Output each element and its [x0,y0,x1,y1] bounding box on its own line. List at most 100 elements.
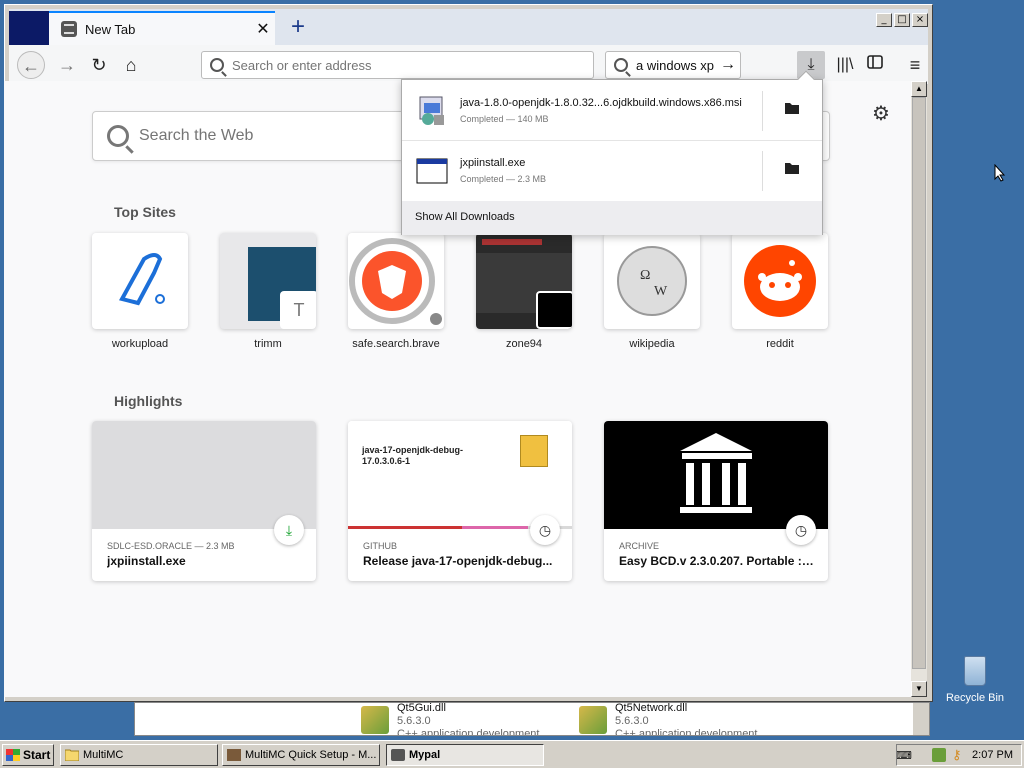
open-folder-icon[interactable] [784,101,800,115]
tray-app-icon[interactable] [932,748,947,762]
dll-item[interactable]: Qt5Gui.dll 5.6.3.0 C++ application devel… [357,703,557,735]
address-input[interactable] [232,57,593,73]
wikipedia-logo: ΩW [604,233,700,329]
taskbar-button-mypal[interactable]: Mypal [386,744,544,766]
download-item[interactable]: java-1.8.0-openjdk-1.8.0.32...6.ojdkbuil… [402,81,822,141]
top-site-wikipedia[interactable]: ΩW wikipedia [604,233,700,350]
address-bar[interactable] [201,51,594,79]
scroll-down-icon[interactable]: ▼ [911,681,927,697]
recycle-bin[interactable]: Recycle Bin [944,656,1006,704]
clock: 2:07 PM [972,749,1013,761]
taskbar-button-multimc[interactable]: MultiMC [60,744,218,766]
top-site-workupload[interactable]: workupload [92,233,188,350]
maximize-button[interactable]: □ [894,13,910,27]
highlight-title: Easy BCD.v 2.3.0.207. Portable : ... [619,554,815,568]
zone94-preview [476,233,572,329]
top-site-brave[interactable]: safe.search.brave [348,233,444,350]
library-icon[interactable]: |||\ [831,51,859,79]
tab-strip: New Tab ✕ + _ □ × [9,9,928,45]
top-site-label: trimm [254,338,282,350]
taskbar: Start MultiMC MultiMC Quick Setup - M...… [0,740,1024,768]
top-site-label: reddit [766,338,794,350]
system-tray: ⚷ 2:07 PM [896,744,1022,766]
close-window-button[interactable]: × [912,13,928,27]
scroll-thumb[interactable] [912,97,926,669]
svg-text:W: W [654,284,668,299]
top-site-reddit[interactable]: reddit [732,233,828,350]
gear-icon[interactable]: ⚙ [872,101,890,126]
clock-icon: ◷ [530,515,560,545]
recycle-bin-label: Recycle Bin [945,692,1005,704]
minimize-button[interactable]: _ [876,13,892,27]
tab-close-icon[interactable]: ✕ [251,19,275,39]
download-filename: jxpiinstall.exe [460,157,526,169]
search-go-icon[interactable]: → [716,56,740,74]
tab-new-tab[interactable]: New Tab ✕ [49,11,275,45]
top-sites-heading: Top Sites [114,204,176,220]
browser-logo [9,11,49,45]
package-icon [520,435,548,467]
highlight-card[interactable]: ⤓ SDLC-ESD.ORACLE — 2.3 MB jxpiinstall.e… [92,421,316,581]
tab-title: New Tab [85,21,136,37]
mypal-icon [391,749,405,761]
background-window: Qt5Gui.dll 5.6.3.0 C++ application devel… [134,702,930,736]
top-site-zone94[interactable]: zone94 [476,233,572,350]
download-filename: java-1.8.0-openjdk-1.8.0.32...6.ojdkbuil… [460,97,742,109]
search-icon [107,125,129,147]
forward-button[interactable]: → [53,51,81,79]
downloads-panel: java-1.8.0-openjdk-1.8.0.32...6.ojdkbuil… [401,70,823,235]
top-sites-grid: workupload T trimm safe.search.brave zon… [92,233,828,350]
scroll-up-icon[interactable]: ▲ [911,81,927,97]
vertical-scrollbar[interactable]: ▲ ▼ [911,81,927,697]
highlight-card[interactable]: ◷ ARCHIVE Easy BCD.v 2.3.0.207. Portable… [604,421,828,581]
top-site-label: safe.search.brave [352,338,440,350]
back-button[interactable]: ← [17,51,45,79]
highlight-title: Release java-17-openjdk-debug... [363,554,553,568]
dll-item[interactable]: Qt5Network.dll 5.6.3.0 C++ application d… [575,703,775,735]
menu-icon[interactable]: ≡ [901,51,929,79]
show-all-downloads-button[interactable]: Show All Downloads [402,201,822,235]
background-scrollbar[interactable] [913,703,929,735]
highlight-card[interactable]: java-17-openjdk-debug-17.0.3.0.6-1 ◷ GIT… [348,421,572,581]
sidebar-icon[interactable] [861,51,889,79]
dll-file-icon [361,706,389,734]
recycle-bin-icon [964,656,986,686]
newtab-favicon-icon [61,21,77,37]
search-icon [614,58,628,72]
download-item[interactable]: jxpiinstall.exe Completed — 2.3 MB [402,141,822,201]
highlight-title: jxpiinstall.exe [107,554,186,568]
reddit-logo [732,233,828,329]
open-folder-icon[interactable] [784,161,800,175]
search-input[interactable] [636,57,716,73]
reload-button[interactable]: ↻ [85,51,113,79]
highlight-image [92,421,316,529]
top-site-label: workupload [111,338,169,350]
key-icon[interactable]: ⚷ [952,748,966,762]
new-tab-button[interactable]: + [281,11,315,45]
trimm-preview: T [220,233,316,329]
app-icon [227,749,241,761]
search-bar[interactable]: → [605,51,741,79]
top-site-label: wikipedia [629,338,675,350]
taskbar-button-multimc-setup[interactable]: MultiMC Quick Setup - M... [222,744,380,766]
highlight-image: java-17-openjdk-debug-17.0.3.0.6-1 [348,421,572,529]
highlights-grid: ⤓ SDLC-ESD.ORACLE — 2.3 MB jxpiinstall.e… [92,421,828,581]
download-status: Completed — 140 MB [460,114,549,124]
download-status: Completed — 2.3 MB [460,174,547,184]
search-icon [210,58,224,72]
exe-file-icon [416,158,448,184]
start-button[interactable]: Start [2,744,54,766]
brave-logo [348,233,444,329]
archive-logo [680,433,752,513]
windows-flag-icon [6,749,20,761]
folder-icon [65,749,79,761]
mouse-cursor-icon [994,164,1006,182]
msi-installer-icon [419,96,444,125]
svg-text:Ω: Ω [640,268,650,283]
workupload-logo [92,233,188,329]
highlight-image [604,421,828,529]
home-button[interactable]: ⌂ [117,51,145,79]
highlights-heading: Highlights [114,393,183,409]
top-site-trimm[interactable]: T trimm [220,233,316,350]
download-icon: ⤓ [274,515,304,545]
